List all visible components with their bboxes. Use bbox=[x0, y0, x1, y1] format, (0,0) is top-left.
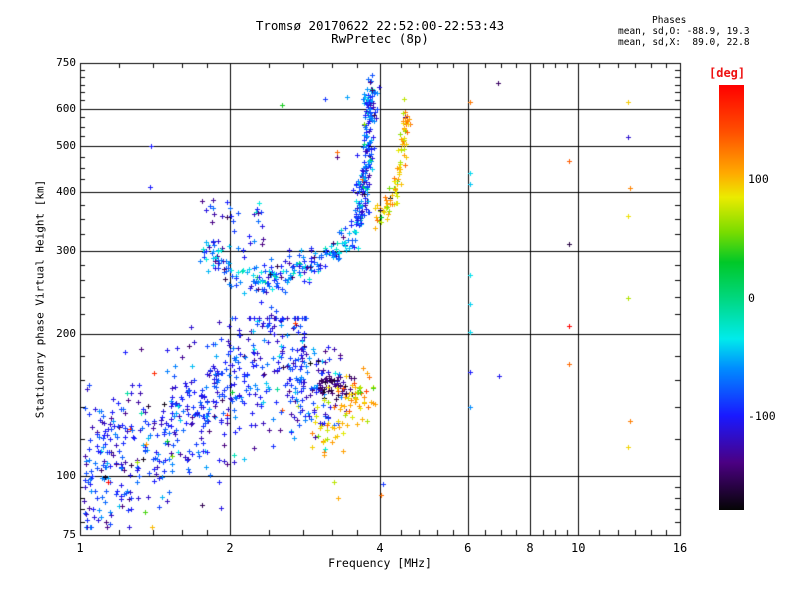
y-tick-label: 100 bbox=[40, 469, 76, 482]
phase-stats-o-mode: mean, sd,O: -88.9, 19.3 bbox=[618, 26, 788, 37]
phase-stats-x-mode: mean, sd,X: 89.0, 22.8 bbox=[618, 37, 788, 48]
y-tick-label: 400 bbox=[40, 185, 76, 198]
y-tick-label: 750 bbox=[40, 56, 76, 69]
y-tick-label: 500 bbox=[40, 139, 76, 152]
colorbar-tick-label: -100 bbox=[748, 409, 792, 423]
x-tick-label: 2 bbox=[212, 541, 248, 555]
x-tick-label: 8 bbox=[512, 541, 548, 555]
colorbar-tick-label: 0 bbox=[748, 291, 792, 305]
y-tick-label: 600 bbox=[40, 102, 76, 115]
phase-colorbar bbox=[719, 85, 744, 510]
ionogram-page: Tromsø 20170622 22:52:00-22:53:43 RwPret… bbox=[0, 0, 800, 600]
x-tick-label: 6 bbox=[450, 541, 486, 555]
y-tick-label: 75 bbox=[40, 528, 76, 541]
phase-stats-block: Phases mean, sd,O: -88.9, 19.3 mean, sd,… bbox=[618, 15, 788, 48]
x-axis-title: Frequency [MHz] bbox=[80, 556, 680, 570]
y-tick-label: 300 bbox=[40, 244, 76, 257]
page-subtitle: RwPretec (8p) bbox=[80, 31, 680, 46]
x-tick-label: 16 bbox=[662, 541, 698, 555]
ionogram-scatter-canvas bbox=[0, 0, 800, 600]
colorbar-tick-label: 100 bbox=[748, 172, 792, 186]
phase-stats-heading: Phases bbox=[618, 15, 788, 26]
x-tick-label: 4 bbox=[362, 541, 398, 555]
x-tick-label: 10 bbox=[560, 541, 596, 555]
colorbar-title: [deg] bbox=[709, 66, 745, 80]
y-tick-label: 200 bbox=[40, 327, 76, 340]
y-axis-title: Stationary phase Virtual Height [km] bbox=[34, 180, 47, 418]
x-tick-label: 1 bbox=[62, 541, 98, 555]
